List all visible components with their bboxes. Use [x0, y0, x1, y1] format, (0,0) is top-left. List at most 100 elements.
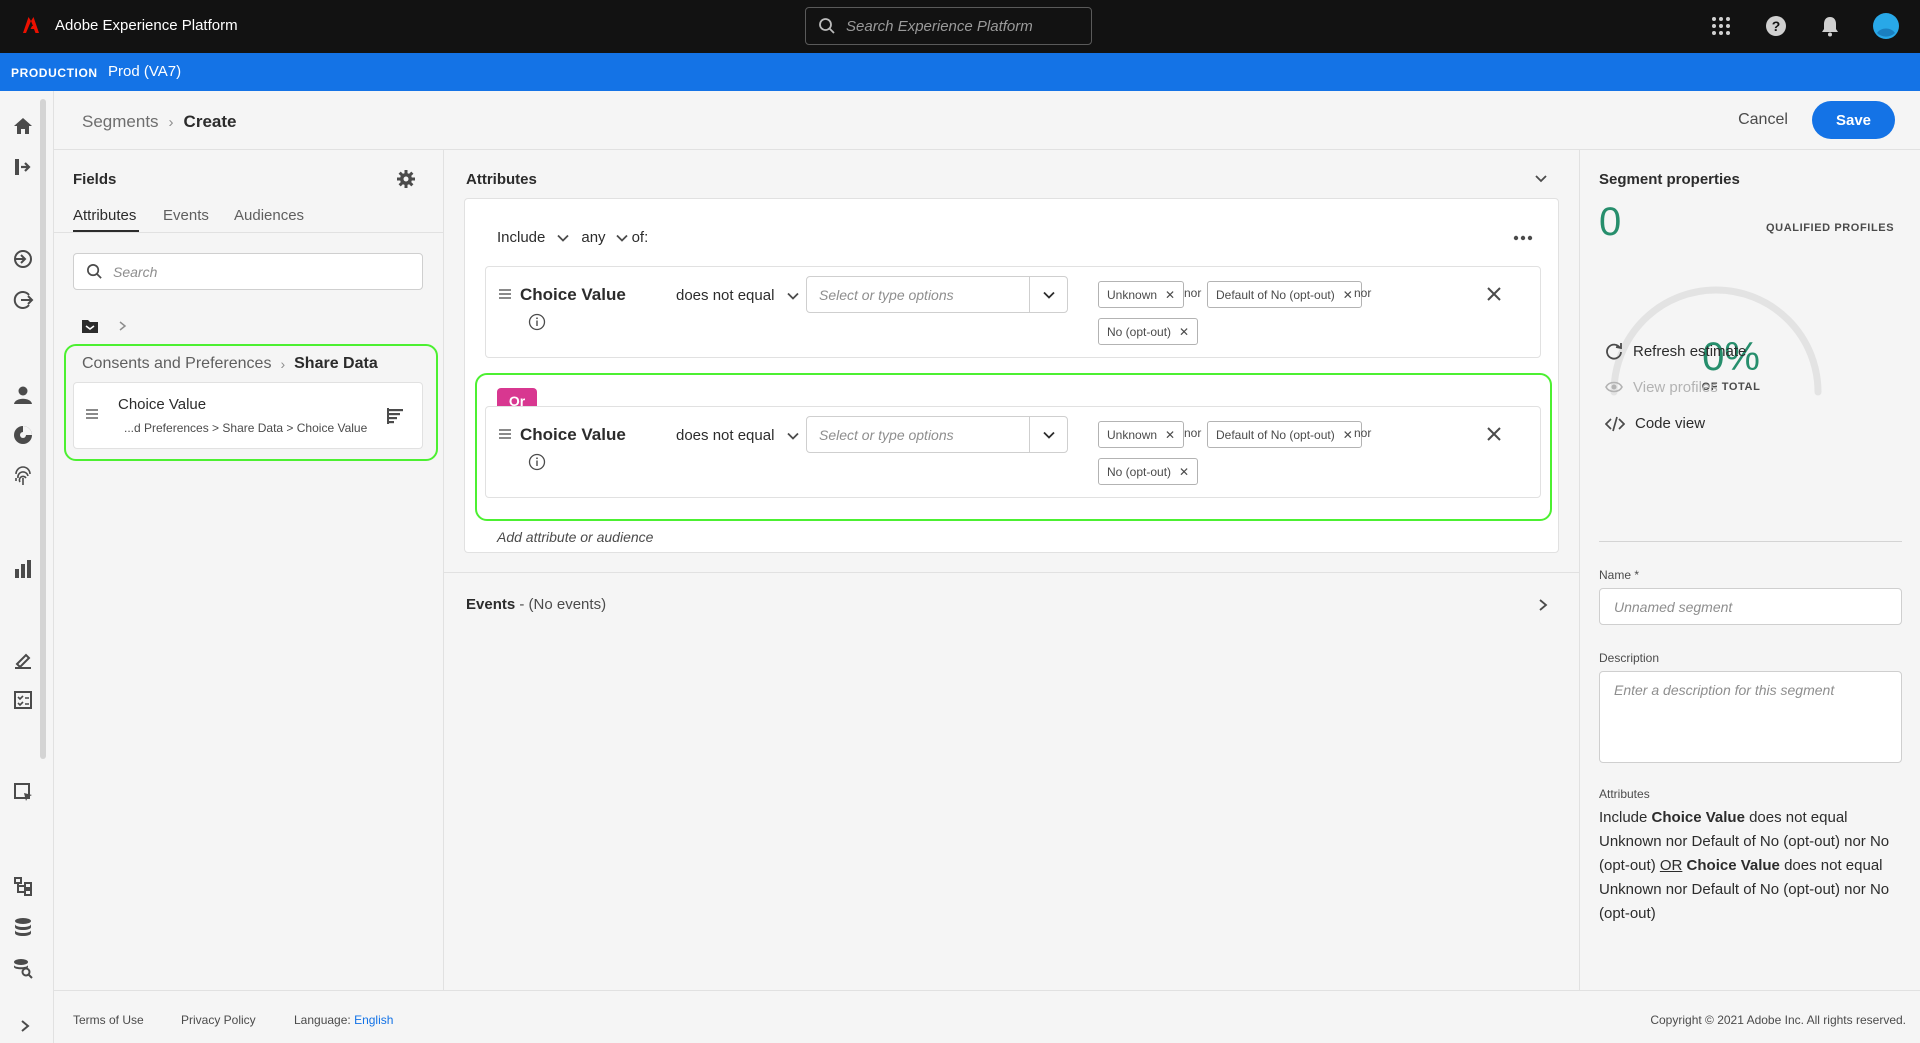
- fields-search-input[interactable]: Search: [73, 253, 423, 290]
- queries-icon[interactable]: [12, 689, 34, 711]
- operator-select[interactable]: does not equal: [676, 287, 800, 304]
- chevron-right-icon[interactable]: [118, 321, 127, 331]
- profiles-icon[interactable]: [12, 384, 34, 406]
- remove-tag-icon[interactable]: ✕: [1343, 428, 1353, 442]
- events-subtitle: - (No events): [515, 596, 607, 613]
- value-tag: No (opt-out) ✕: [1098, 318, 1199, 345]
- combobox-dropdown-button[interactable]: [1029, 417, 1067, 452]
- sandbox-switcher[interactable]: Prod (VA7): [108, 63, 181, 80]
- value-tag: Unknown ✕: [1098, 421, 1185, 448]
- drag-handle-icon[interactable]: [499, 429, 511, 439]
- eye-icon: [1605, 381, 1623, 393]
- refresh-estimate-label: Refresh estimate: [1633, 342, 1747, 360]
- identities-icon[interactable]: [12, 465, 34, 487]
- remove-tag-icon[interactable]: ✕: [1179, 465, 1189, 479]
- segment-canvas: Attributes Include any of: Choice Value …: [444, 150, 1580, 990]
- combobox-dropdown-button[interactable]: [1029, 277, 1067, 312]
- value-combobox[interactable]: Select or type options: [806, 276, 1068, 313]
- segment-description-textarea[interactable]: Enter a description for this segment: [1599, 671, 1902, 763]
- segments-icon[interactable]: [12, 424, 34, 446]
- tag-label: No (opt-out): [1107, 324, 1172, 339]
- qualified-profiles-count: 0: [1599, 200, 1622, 244]
- terms-of-use-link[interactable]: Terms of Use: [73, 1013, 144, 1027]
- cancel-button[interactable]: Cancel: [1730, 108, 1796, 132]
- tab-audiences[interactable]: Audiences: [234, 207, 304, 224]
- segment-name-input[interactable]: Unnamed segment: [1599, 588, 1902, 625]
- app-title[interactable]: Adobe Experience Platform: [55, 17, 238, 34]
- apps-grid-icon[interactable]: [1710, 15, 1732, 37]
- attributes-section-title: Attributes: [466, 171, 537, 188]
- view-profiles-button[interactable]: View profiles: [1605, 378, 1718, 396]
- summary-attribute: Choice Value: [1651, 809, 1745, 826]
- notifications-icon[interactable]: [1819, 15, 1841, 37]
- tag-label: Default of No (opt-out): [1216, 427, 1335, 442]
- info-icon[interactable]: [528, 313, 546, 331]
- segment-rule-summary: Include Choice Value does not equal Unkn…: [1599, 806, 1902, 926]
- sources-icon[interactable]: [12, 248, 34, 270]
- global-search-input[interactable]: Search Experience Platform: [805, 7, 1092, 45]
- data-search-icon[interactable]: [12, 957, 34, 979]
- help-icon[interactable]: ?: [1765, 15, 1787, 37]
- remove-tag-icon[interactable]: ✕: [1165, 288, 1175, 302]
- fields-title: Fields: [73, 171, 117, 188]
- tab-events[interactable]: Events: [163, 207, 209, 224]
- operator-select[interactable]: does not equal: [676, 427, 800, 444]
- close-icon[interactable]: [1486, 426, 1502, 442]
- enum-type-icon[interactable]: [386, 407, 404, 425]
- breadcrumb: Segments › Create: [82, 112, 236, 132]
- chevron-down-icon[interactable]: [1534, 172, 1548, 186]
- folder-icon[interactable]: [81, 318, 99, 334]
- gear-icon[interactable]: [396, 169, 416, 189]
- field-item-choice-value[interactable]: Choice Value ...d Preferences > Share Da…: [73, 382, 423, 449]
- destinations-icon[interactable]: [12, 289, 34, 311]
- include-select[interactable]: Include: [497, 229, 545, 246]
- fields-search-placeholder: Search: [113, 263, 158, 280]
- save-button[interactable]: Save: [1812, 101, 1895, 139]
- data-monitoring-icon[interactable]: [12, 916, 34, 938]
- nor-joiner: nor: [1354, 286, 1372, 300]
- footer: Terms of Use Privacy Policy Language: En…: [54, 990, 1920, 1043]
- user-avatar[interactable]: [1873, 13, 1899, 39]
- tab-attributes[interactable]: Attributes: [73, 207, 136, 224]
- language-selector[interactable]: Language: English: [294, 1013, 393, 1027]
- privacy-icon[interactable]: [12, 558, 34, 580]
- condition-attribute-name[interactable]: Choice Value: [520, 285, 626, 305]
- remove-tag-icon[interactable]: ✕: [1179, 325, 1189, 339]
- workflows-icon[interactable]: [12, 156, 34, 178]
- breadcrumb-separator: ›: [168, 113, 174, 131]
- refresh-estimate-button[interactable]: Refresh estimate: [1605, 342, 1746, 360]
- tag-label: No (opt-out): [1107, 464, 1172, 479]
- fields-panel: Fields Attributes Events Audiences Searc…: [54, 150, 444, 990]
- privacy-policy-link[interactable]: Privacy Policy: [181, 1013, 256, 1027]
- path-parent[interactable]: Consents and Preferences: [82, 355, 271, 373]
- any-select[interactable]: any: [581, 229, 605, 246]
- expand-rail-icon[interactable]: [18, 1019, 32, 1033]
- breadcrumb-segments[interactable]: Segments: [82, 112, 159, 132]
- add-attribute-drop-zone[interactable]: Add attribute or audience: [497, 529, 653, 545]
- adobe-logo-icon[interactable]: [22, 16, 40, 34]
- value-tag: Unknown ✕: [1098, 281, 1185, 308]
- schemas-icon[interactable]: [12, 781, 34, 803]
- drag-handle-icon[interactable]: [86, 409, 98, 419]
- language-value[interactable]: English: [354, 1013, 393, 1027]
- value-combobox[interactable]: Select or type options: [806, 416, 1068, 453]
- rail-scrollbar[interactable]: [40, 99, 46, 759]
- chevron-down-icon[interactable]: [615, 232, 628, 244]
- datasets-icon[interactable]: [12, 875, 34, 897]
- remove-tag-icon[interactable]: ✕: [1165, 428, 1175, 442]
- remove-tag-icon[interactable]: ✕: [1343, 288, 1353, 302]
- home-icon[interactable]: [12, 115, 34, 137]
- condition-attribute-name[interactable]: Choice Value: [520, 425, 626, 445]
- close-icon[interactable]: [1486, 286, 1502, 302]
- chevron-down-icon[interactable]: [557, 232, 570, 244]
- policies-icon[interactable]: [12, 649, 34, 671]
- sandbox-bar: PRODUCTION Prod (VA7): [0, 53, 1920, 91]
- drag-handle-icon[interactable]: [499, 289, 511, 299]
- field-item-name: Choice Value: [118, 396, 207, 413]
- events-section-header[interactable]: Events - (No events): [466, 596, 606, 613]
- more-options-icon[interactable]: [1513, 235, 1533, 241]
- info-icon[interactable]: [528, 453, 546, 471]
- chevron-right-icon[interactable]: [1538, 598, 1548, 612]
- segment-properties-panel: Segment properties 0 QUALIFIED PROFILES …: [1581, 150, 1920, 990]
- code-view-button[interactable]: Code view: [1605, 415, 1705, 432]
